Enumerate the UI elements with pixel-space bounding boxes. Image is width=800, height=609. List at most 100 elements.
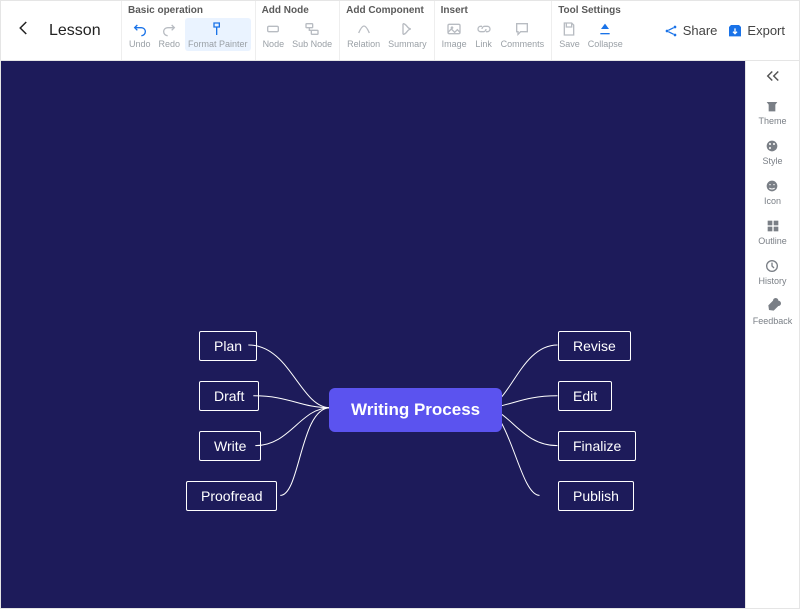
summary-label: Summary: [388, 39, 427, 49]
share-icon: [663, 23, 679, 39]
group-tool-settings: Tool Settings Save Collapse: [551, 1, 630, 60]
summary-icon: [398, 20, 416, 38]
save-label: Save: [559, 39, 580, 49]
central-node[interactable]: Writing Process: [329, 388, 502, 432]
collapse-icon: [596, 20, 614, 38]
format-painter-icon: [209, 20, 227, 38]
collapse-label: Collapse: [588, 39, 623, 49]
side-outline-label: Outline: [758, 236, 787, 246]
redo-label: Redo: [159, 39, 181, 49]
side-panel-collapse[interactable]: [764, 69, 782, 86]
node-right-0[interactable]: Revise: [558, 331, 631, 361]
outline-icon: [765, 218, 781, 234]
side-feedback-label: Feedback: [753, 316, 793, 326]
connectors: [1, 61, 745, 608]
node-label: Edit: [573, 388, 597, 404]
group-add-component: Add Component Relation Summary: [339, 1, 434, 60]
node-button[interactable]: Node: [260, 18, 288, 51]
node-right-1[interactable]: Edit: [558, 381, 612, 411]
node-label: Draft: [214, 388, 244, 404]
comments-button[interactable]: Comments: [498, 18, 548, 51]
back-button[interactable]: [15, 19, 33, 43]
top-toolbar: Lesson Basic operation Undo Redo Format …: [1, 1, 799, 61]
relation-icon: [355, 20, 373, 38]
style-icon: [764, 138, 780, 154]
node-label: Plan: [214, 338, 242, 354]
document-title: Lesson: [49, 22, 101, 40]
summary-button[interactable]: Summary: [385, 18, 430, 51]
image-button[interactable]: Image: [439, 18, 470, 51]
image-label: Image: [442, 39, 467, 49]
undo-icon: [131, 20, 149, 38]
group-label-addcomp: Add Component: [344, 3, 430, 16]
app-root: Lesson Basic operation Undo Redo Format …: [0, 0, 800, 609]
format-painter-button[interactable]: Format Painter: [185, 18, 251, 51]
share-label: Share: [683, 23, 718, 38]
side-theme[interactable]: Theme: [758, 98, 786, 126]
theme-icon: [764, 98, 780, 114]
node-left-3[interactable]: Proofread: [186, 481, 277, 511]
side-feedback[interactable]: Feedback: [753, 298, 793, 326]
document-title-slot[interactable]: Lesson: [41, 1, 121, 60]
export-icon: [727, 23, 743, 39]
group-label-insert: Insert: [439, 3, 548, 16]
node-label: Publish: [573, 488, 619, 504]
node-label: Proofread: [201, 488, 262, 504]
side-history-label: History: [758, 276, 786, 286]
node-icon: [264, 20, 282, 38]
group-label-basic: Basic operation: [126, 3, 251, 16]
node-label: Write: [214, 438, 246, 454]
feedback-icon: [765, 298, 781, 314]
back-slot: [7, 1, 41, 60]
side-icon-label: Icon: [764, 196, 781, 206]
relation-button[interactable]: Relation: [344, 18, 383, 51]
redo-icon: [160, 20, 178, 38]
group-label-addnode: Add Node: [260, 3, 336, 16]
share-button[interactable]: Share: [663, 23, 718, 39]
collapse-button[interactable]: Collapse: [585, 18, 626, 51]
side-history[interactable]: History: [758, 258, 786, 286]
side-style-label: Style: [762, 156, 782, 166]
chevron-left-icon: [15, 19, 33, 37]
node-right-3[interactable]: Publish: [558, 481, 634, 511]
node-label: Node: [263, 39, 285, 49]
save-button[interactable]: Save: [556, 18, 583, 51]
comments-icon: [513, 20, 531, 38]
node-left-0[interactable]: Plan: [199, 331, 257, 361]
group-add-node: Add Node Node Sub Node: [255, 1, 340, 60]
side-theme-label: Theme: [758, 116, 786, 126]
group-insert: Insert Image Link Comments: [434, 1, 552, 60]
undo-label: Undo: [129, 39, 151, 49]
save-icon: [560, 20, 578, 38]
node-right-2[interactable]: Finalize: [558, 431, 636, 461]
right-actions: Share Export: [663, 1, 793, 60]
group-basic-operation: Basic operation Undo Redo Format Painter: [121, 1, 255, 60]
link-button[interactable]: Link: [472, 18, 496, 51]
canvas[interactable]: Writing Process Plan Draft Write Proofre…: [1, 61, 745, 608]
double-chevron-left-icon: [764, 69, 782, 83]
export-button[interactable]: Export: [727, 23, 785, 39]
link-label: Link: [475, 39, 492, 49]
subnode-button[interactable]: Sub Node: [289, 18, 335, 51]
image-icon: [445, 20, 463, 38]
export-label: Export: [747, 23, 785, 38]
node-label: Finalize: [573, 438, 621, 454]
central-node-label: Writing Process: [351, 400, 480, 419]
history-icon: [764, 258, 780, 274]
node-left-1[interactable]: Draft: [199, 381, 259, 411]
relation-label: Relation: [347, 39, 380, 49]
side-panel: Theme Style Icon Outline History Feedbac…: [745, 61, 799, 608]
node-left-2[interactable]: Write: [199, 431, 261, 461]
side-outline[interactable]: Outline: [758, 218, 787, 246]
format-painter-label: Format Painter: [188, 39, 248, 49]
workspace: Writing Process Plan Draft Write Proofre…: [1, 61, 799, 608]
subnode-icon: [303, 20, 321, 38]
side-style[interactable]: Style: [762, 138, 782, 166]
redo-button[interactable]: Redo: [156, 18, 184, 51]
undo-button[interactable]: Undo: [126, 18, 154, 51]
subnode-label: Sub Node: [292, 39, 332, 49]
side-icon[interactable]: Icon: [764, 178, 781, 206]
icon-icon: [764, 178, 780, 194]
comments-label: Comments: [501, 39, 545, 49]
group-label-tool: Tool Settings: [556, 3, 626, 16]
